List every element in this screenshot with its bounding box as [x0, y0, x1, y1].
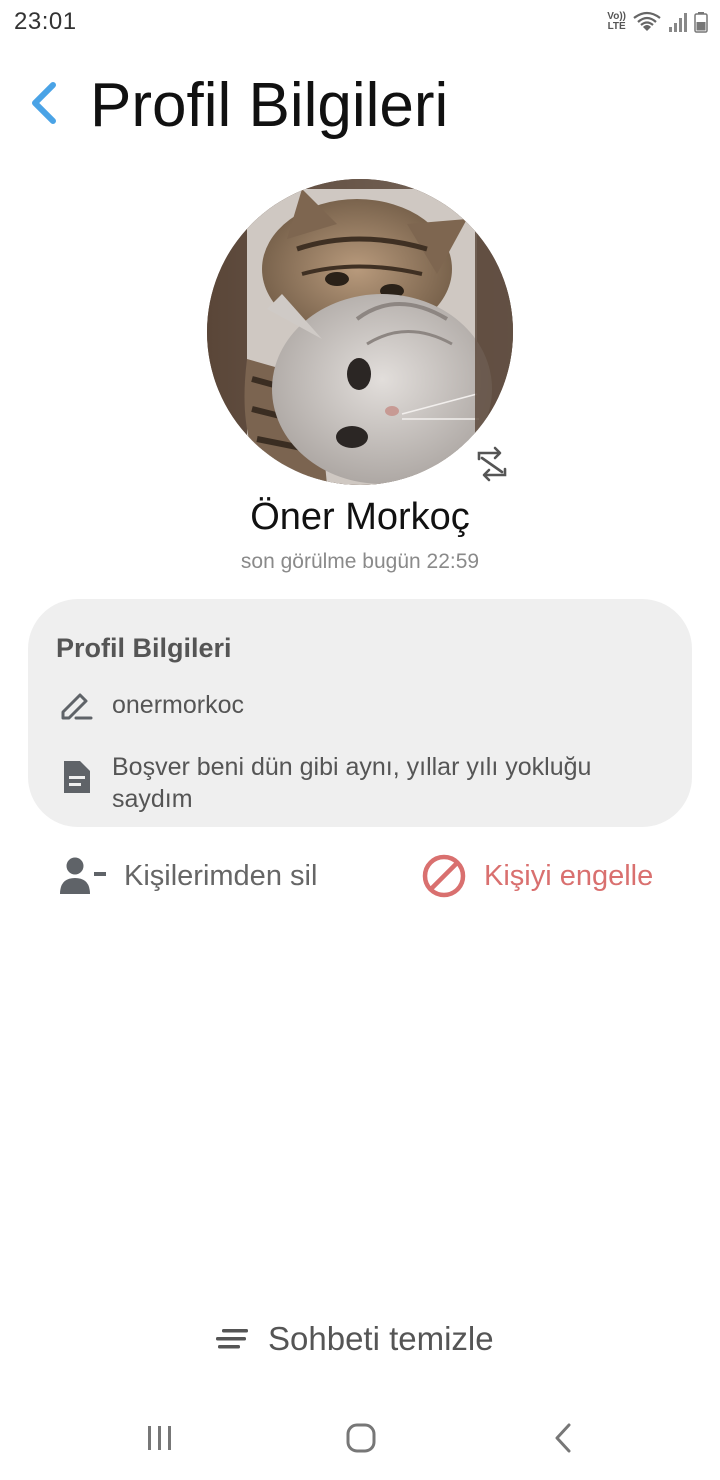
avatar-container: [207, 179, 513, 485]
rotate-button[interactable]: [471, 443, 513, 485]
wifi-icon: [633, 11, 661, 31]
status-icons: Vo)) LTE: [607, 8, 708, 36]
username-text: onermorkoc: [112, 691, 244, 719]
recents-icon: [148, 1426, 171, 1450]
last-seen: son görülme bugün 22:59: [240, 550, 480, 573]
block-contact-label: Kişiyi engelle: [484, 859, 654, 892]
username-row[interactable]: onermorkoc: [56, 689, 656, 725]
nav-back-button[interactable]: [541, 1416, 585, 1460]
page-title: Profil Bilgileri: [90, 71, 449, 140]
back-button[interactable]: [22, 76, 66, 130]
remove-contact-button[interactable]: Kişilerimden sil: [58, 856, 317, 896]
person-remove-icon: [60, 857, 106, 894]
volte-indicator: Vo)) LTE: [607, 12, 626, 32]
status-bar: 23:01 Vo)) LTE: [0, 0, 720, 44]
navigation-bar: [0, 1398, 720, 1480]
chevron-left-icon: [32, 82, 56, 124]
avatar[interactable]: [207, 179, 513, 485]
pencil-icon: [56, 689, 96, 725]
lines-icon: [216, 1329, 248, 1349]
home-button[interactable]: [339, 1416, 383, 1460]
header: Profil Bilgileri: [0, 60, 720, 150]
clear-chat-label: Sohbeti temizle: [268, 1320, 494, 1357]
battery-icon: [694, 12, 708, 33]
document-icon: [56, 759, 96, 795]
back-arrow-icon: [555, 1423, 571, 1453]
card-title: Profil Bilgileri: [56, 633, 232, 663]
cat-photo: [207, 179, 513, 485]
home-icon: [346, 1423, 376, 1453]
status-time: 23:01: [14, 8, 77, 35]
signal-icon: [669, 13, 687, 32]
about-text: Boşver beni dün gibi aynı, yıllar yılı y…: [112, 753, 592, 813]
about-row[interactable]: Boşver beni dün gibi aynı, yıllar yılı y…: [56, 751, 656, 815]
profile-info-card: Profil Bilgileri onermorkoc Boşver beni …: [28, 599, 692, 827]
block-icon: [422, 854, 466, 898]
rotate-icon: [477, 446, 507, 482]
block-contact-button[interactable]: Kişiyi engelle: [420, 852, 653, 900]
clear-chat-button[interactable]: Sohbeti temizle: [214, 1320, 494, 1358]
remove-contact-label: Kişilerimden sil: [124, 859, 318, 892]
volte-bottom: LTE: [607, 21, 626, 32]
recents-button[interactable]: [138, 1416, 182, 1460]
profile-name: Öner Morkoç: [250, 496, 470, 538]
